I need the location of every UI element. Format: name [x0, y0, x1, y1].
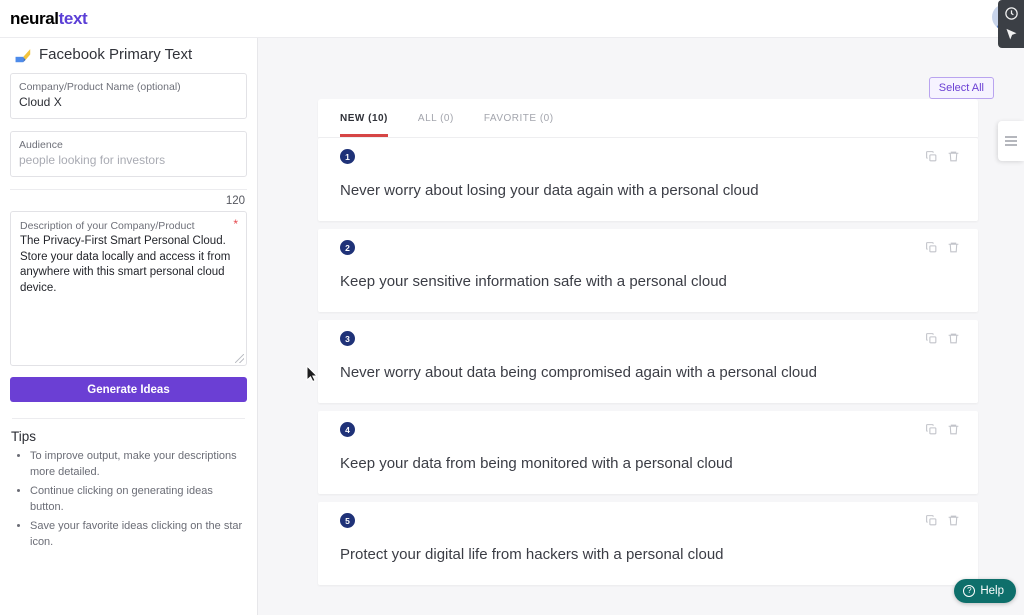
facebook-primary-text-icon	[15, 49, 31, 63]
idea-number-badge: 1	[340, 149, 355, 164]
audience-field[interactable]: Audience people looking for investors	[10, 131, 247, 177]
help-button-label: Help	[980, 585, 1004, 597]
card-actions	[925, 241, 960, 254]
top-bar: neuraltext	[0, 0, 1024, 38]
tips-list: To improve output, make your description…	[30, 448, 243, 550]
char-counter: 120	[225, 195, 245, 207]
tab-new[interactable]: NEW (10)	[340, 99, 388, 137]
brand-logo-part2: text	[58, 8, 88, 28]
idea-text: Keep your sensitive information safe wit…	[340, 273, 727, 290]
company-name-label: Company/Product Name (optional)	[19, 81, 181, 93]
copy-icon[interactable]	[925, 150, 938, 163]
list-item: Continue clicking on generating ideas bu…	[30, 483, 243, 515]
idea-text: Protect your digital life from hackers w…	[340, 546, 724, 563]
brand-logo-part1: neural	[10, 8, 59, 28]
description-value[interactable]: The Privacy-First Smart Personal Cloud. …	[20, 234, 237, 296]
cursor-arrow-icon[interactable]	[1004, 27, 1019, 42]
audience-label: Audience	[19, 139, 63, 151]
brand-logo[interactable]: neuraltext	[10, 8, 88, 29]
list-item[interactable]: 2 Keep your sensitive information safe w…	[318, 229, 978, 312]
resize-handle-icon[interactable]	[235, 354, 244, 363]
audience-placeholder[interactable]: people looking for investors	[19, 152, 238, 169]
edge-menu-toggle[interactable]	[998, 121, 1024, 161]
page-title: Facebook Primary Text	[0, 38, 257, 73]
app-root: neuraltext Facebook Primary Text Company…	[0, 0, 1024, 615]
tabs-bar: NEW (10) ALL (0) FAVORITE (0)	[318, 99, 978, 137]
trash-icon[interactable]	[947, 423, 960, 436]
idea-number-badge: 5	[340, 513, 355, 528]
trash-icon[interactable]	[947, 241, 960, 254]
trash-icon[interactable]	[947, 514, 960, 527]
idea-number-badge: 4	[340, 422, 355, 437]
tab-favorite[interactable]: FAVORITE (0)	[484, 99, 554, 137]
copy-icon[interactable]	[925, 423, 938, 436]
copy-icon[interactable]	[925, 241, 938, 254]
help-button[interactable]: ? Help	[954, 579, 1016, 603]
idea-text: Never worry about data being compromised…	[340, 364, 817, 381]
select-all-button[interactable]: Select All	[928, 77, 994, 99]
description-field[interactable]: Description of your Company/Product * Th…	[10, 211, 247, 366]
list-item[interactable]: 4 Keep your data from being monitored wi…	[318, 411, 978, 494]
trash-icon[interactable]	[947, 332, 960, 345]
sidebar: Facebook Primary Text Company/Product Na…	[0, 38, 258, 615]
ideas-list: 1 Never worry about losing your data aga…	[318, 138, 978, 593]
idea-number-badge: 2	[340, 240, 355, 255]
card-actions	[925, 423, 960, 436]
select-all-row: Select All	[928, 77, 994, 99]
list-item[interactable]: 1 Never worry about losing your data aga…	[318, 138, 978, 221]
list-item: Save your favorite ideas clicking on the…	[30, 518, 243, 550]
list-item[interactable]: 5 Protect your digital life from hackers…	[318, 502, 978, 585]
page-title-text: Facebook Primary Text	[39, 46, 193, 63]
mouse-cursor	[306, 364, 319, 388]
question-mark-icon: ?	[963, 585, 976, 597]
card-actions	[925, 514, 960, 527]
tips-heading: Tips	[11, 429, 37, 444]
hamburger-menu-icon	[1005, 134, 1017, 149]
capture-toolbar[interactable]	[998, 0, 1024, 48]
company-name-field[interactable]: Company/Product Name (optional) Cloud X	[10, 73, 247, 119]
company-name-value[interactable]: Cloud X	[19, 94, 238, 111]
idea-text: Never worry about losing your data again…	[340, 182, 759, 199]
trash-icon[interactable]	[947, 150, 960, 163]
tab-all[interactable]: ALL (0)	[418, 99, 454, 137]
copy-icon[interactable]	[925, 514, 938, 527]
required-marker: *	[233, 217, 238, 231]
card-actions	[925, 332, 960, 345]
list-item: To improve output, make your description…	[30, 448, 243, 480]
idea-number-badge: 3	[340, 331, 355, 346]
idea-text: Keep your data from being monitored with…	[340, 455, 733, 472]
clock-icon[interactable]	[1004, 6, 1019, 21]
main-content: Select All NEW (10) ALL (0) FAVORITE (0)…	[258, 38, 1024, 615]
card-actions	[925, 150, 960, 163]
copy-icon[interactable]	[925, 332, 938, 345]
description-label: Description of your Company/Product	[20, 220, 195, 232]
generate-ideas-button[interactable]: Generate Ideas	[10, 377, 247, 402]
list-item[interactable]: 3 Never worry about data being compromis…	[318, 320, 978, 403]
